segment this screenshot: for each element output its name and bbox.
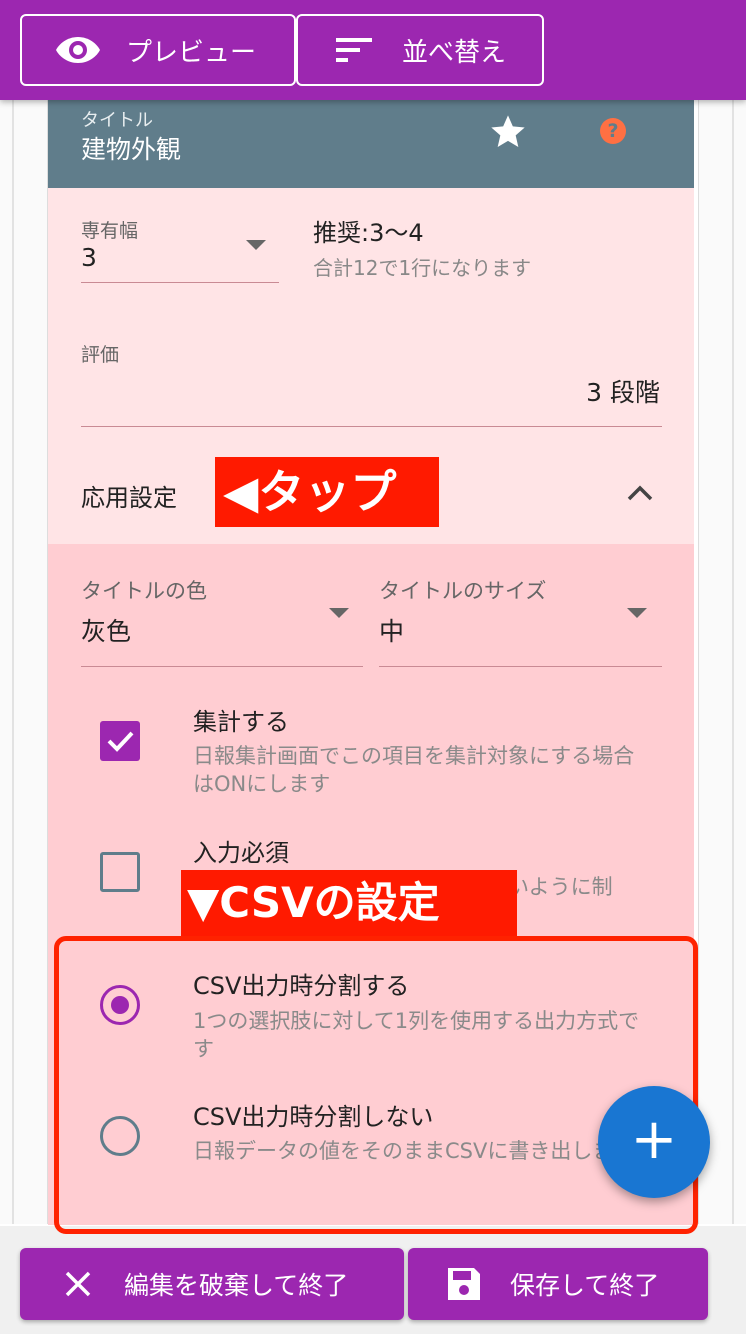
width-select[interactable]: 3: [81, 243, 97, 272]
title-color-label: タイトルの色: [81, 579, 207, 603]
star-icon[interactable]: [488, 112, 528, 152]
rating-input[interactable]: 3 段階: [586, 373, 660, 409]
title-size-select[interactable]: 中: [379, 612, 404, 648]
required-checkbox[interactable]: [100, 852, 140, 892]
right-rail: [698, 100, 746, 1224]
csv-nosplit-radio[interactable]: [100, 1116, 140, 1156]
check-icon: [107, 731, 134, 752]
rating-underline: [81, 426, 662, 427]
required-label: 入力必須: [193, 839, 289, 867]
csv-nosplit-label: CSV出力時分割しない: [193, 1103, 434, 1131]
required-description: いように制: [508, 875, 613, 899]
preview-button[interactable]: プレビュー: [20, 14, 296, 86]
title-value[interactable]: 建物外観: [81, 130, 181, 166]
tap-annotation: ◀タップ: [215, 457, 439, 527]
chevron-up-icon[interactable]: [626, 482, 654, 502]
help-icon[interactable]: ?: [600, 118, 626, 144]
bottom-action-bar: 編集を破棄して終了 保存して終了: [0, 1226, 746, 1334]
floppy-disk-icon: [444, 1264, 484, 1304]
advanced-settings-toggle[interactable]: 応用設定: [81, 478, 177, 513]
title-size-underline: [379, 666, 662, 667]
width-hint: 合計12で1行になります: [313, 256, 532, 280]
csv-split-description: 1つの選択肢に対して1列を使用する出力方式です: [193, 1009, 640, 1061]
title-color-dropdown-icon[interactable]: [329, 608, 349, 618]
title-size-label: タイトルのサイズ: [379, 579, 547, 603]
width-dropdown-icon[interactable]: [246, 240, 266, 250]
csv-split-label: CSV出力時分割する: [193, 972, 410, 1000]
width-underline: [81, 282, 279, 283]
card-header: タイトル 建物外観 ?: [48, 100, 694, 188]
close-icon: [58, 1264, 98, 1304]
aggregate-label: 集計する: [193, 708, 289, 736]
sort-button[interactable]: 並べ替え: [296, 14, 544, 86]
title-color-underline: [81, 666, 363, 667]
save-button[interactable]: 保存して終了: [408, 1248, 708, 1320]
eye-icon: [54, 26, 102, 74]
width-label: 専有幅: [81, 220, 139, 242]
title-color-select[interactable]: 灰色: [81, 612, 131, 648]
item-settings-card: タイトル 建物外観 ? 専有幅 3 推奨:3〜4 合計12で1行になります 評価…: [48, 100, 694, 1225]
aggregate-description: 日報集計画面でこの項目を集計対象にする場合はONにします: [193, 744, 635, 796]
sort-icon: [330, 26, 378, 74]
top-toolbar: プレビュー 並べ替え: [0, 0, 746, 100]
csv-split-radio[interactable]: [100, 985, 140, 1025]
preview-label: プレビュー: [126, 37, 257, 68]
discard-button[interactable]: 編集を破棄して終了: [20, 1248, 404, 1320]
csv-annotation: ▼CSVの設定: [181, 870, 517, 936]
discard-label: 編集を破棄して終了: [124, 1271, 349, 1300]
title-label: タイトル: [81, 110, 153, 131]
aggregate-checkbox[interactable]: [100, 721, 140, 761]
rating-label: 評価: [81, 344, 120, 366]
save-label: 保存して終了: [510, 1271, 660, 1300]
csv-nosplit-description: 日報データの値をそのままCSVに書き出します: [193, 1139, 635, 1163]
sort-label: 並べ替え: [402, 37, 507, 68]
width-recommendation: 推奨:3〜4: [313, 219, 424, 247]
left-rail: [0, 100, 48, 1224]
title-size-dropdown-icon[interactable]: [627, 608, 647, 618]
add-fab-button[interactable]: +: [598, 1086, 710, 1198]
